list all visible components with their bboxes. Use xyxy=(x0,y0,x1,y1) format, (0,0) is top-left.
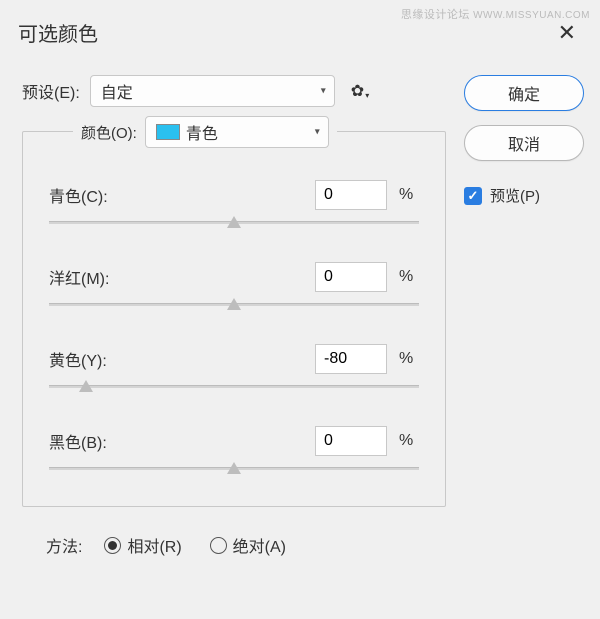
preset-value: 自定 xyxy=(101,79,133,103)
ok-button[interactable]: 确定 xyxy=(464,75,584,111)
slider-black: 黑色(B): % xyxy=(49,426,419,478)
black-slider[interactable] xyxy=(49,462,419,478)
slider-yellow: 黄色(Y): % xyxy=(49,344,419,396)
close-icon[interactable]: ✕ xyxy=(552,20,582,46)
color-swatch xyxy=(156,124,180,140)
preset-row: 预设(E): 自定 ▾ ✿▾ xyxy=(22,75,446,107)
slider-thumb[interactable] xyxy=(79,380,93,392)
cyan-slider[interactable] xyxy=(49,216,419,232)
method-radio-group: 相对(R) 绝对(A) xyxy=(104,533,286,557)
percent-sign: % xyxy=(399,268,419,286)
watermark: 思缘设计论坛 WWW.MISSYUAN.COM xyxy=(401,6,590,22)
dialog-content: 预设(E): 自定 ▾ ✿▾ 颜色(O): 青色 ▾ 青色(C): xyxy=(0,55,600,567)
slider-label-magenta: 洋红(M): xyxy=(49,265,303,289)
chevron-down-icon: ▾ xyxy=(315,127,320,138)
radio-icon xyxy=(104,537,121,554)
percent-sign: % xyxy=(399,186,419,204)
yellow-input[interactable] xyxy=(315,344,387,374)
cyan-input[interactable] xyxy=(315,180,387,210)
radio-relative[interactable]: 相对(R) xyxy=(104,533,181,557)
cancel-button[interactable]: 取消 xyxy=(464,125,584,161)
preview-label: 预览(P) xyxy=(490,185,540,206)
color-fieldset: 颜色(O): 青色 ▾ 青色(C): % xyxy=(22,131,446,507)
checkbox-icon[interactable]: ✓ xyxy=(464,187,482,205)
method-row: 方法: 相对(R) 绝对(A) xyxy=(22,533,446,557)
preset-label: 预设(E): xyxy=(22,79,80,103)
preset-select[interactable]: 自定 ▾ xyxy=(90,75,335,107)
method-label: 方法: xyxy=(46,533,82,557)
percent-sign: % xyxy=(399,350,419,368)
slider-cyan: 青色(C): % xyxy=(49,180,419,232)
slider-label-cyan: 青色(C): xyxy=(49,183,303,207)
slider-thumb[interactable] xyxy=(227,216,241,228)
chevron-down-icon: ▾ xyxy=(321,86,326,97)
slider-thumb[interactable] xyxy=(227,298,241,310)
radio-absolute[interactable]: 绝对(A) xyxy=(210,533,286,557)
left-panel: 预设(E): 自定 ▾ ✿▾ 颜色(O): 青色 ▾ 青色(C): xyxy=(22,75,446,557)
slider-magenta: 洋红(M): % xyxy=(49,262,419,314)
black-input[interactable] xyxy=(315,426,387,456)
slider-thumb[interactable] xyxy=(227,462,241,474)
color-row: 颜色(O): 青色 ▾ xyxy=(73,116,337,148)
slider-label-black: 黑色(B): xyxy=(49,429,303,453)
right-panel: 确定 取消 ✓ 预览(P) xyxy=(464,75,584,557)
slider-label-yellow: 黄色(Y): xyxy=(49,347,303,371)
percent-sign: % xyxy=(399,432,419,450)
radio-icon xyxy=(210,537,227,554)
preview-row[interactable]: ✓ 预览(P) xyxy=(464,185,584,206)
yellow-slider[interactable] xyxy=(49,380,419,396)
radio-label: 相对(R) xyxy=(127,533,181,557)
color-label: 颜色(O): xyxy=(81,122,137,143)
dialog-title: 可选颜色 xyxy=(18,18,98,47)
radio-label: 绝对(A) xyxy=(233,533,286,557)
magenta-input[interactable] xyxy=(315,262,387,292)
gear-icon[interactable]: ✿▾ xyxy=(351,81,369,101)
magenta-slider[interactable] xyxy=(49,298,419,314)
color-value: 青色 xyxy=(186,120,218,144)
color-select[interactable]: 青色 ▾ xyxy=(145,116,329,148)
